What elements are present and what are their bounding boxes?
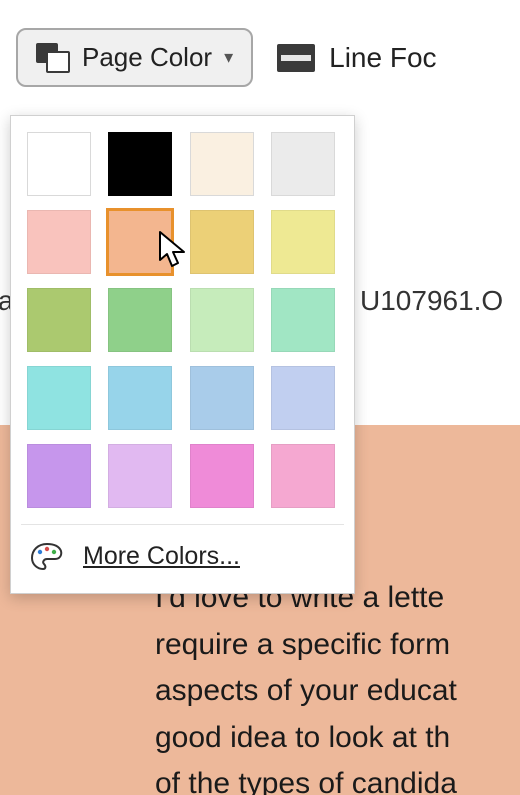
swatch-olive[interactable] [27,288,91,352]
swatch-green[interactable] [108,288,172,352]
toolbar: Page Color ▾ Line Foc [0,0,520,115]
swatch-cream[interactable] [190,132,254,196]
page-color-button[interactable]: Page Color ▾ [16,28,253,87]
swatch-light-gray[interactable] [271,132,335,196]
swatch-yellow[interactable] [271,210,335,274]
swatch-periwinkle[interactable] [271,366,335,430]
doc-line: good idea to look at th [155,715,520,762]
line-focus-icon [277,44,315,72]
swatch-aqua[interactable] [27,366,91,430]
bg-code-text: U107961.O [360,285,503,317]
swatch-rose[interactable] [271,444,335,508]
page-color-icon [36,43,70,73]
swatch-grid [21,128,344,524]
swatch-mint[interactable] [271,288,335,352]
swatch-gold[interactable] [190,210,254,274]
palette-icon [29,541,65,571]
swatch-pale-green[interactable] [190,288,254,352]
swatch-lavender[interactable] [108,444,172,508]
more-colors-label: More Colors... [83,542,240,571]
page-color-dropdown: More Colors... [10,115,355,594]
line-focus-label: Line Foc [329,42,436,74]
swatch-pink[interactable] [27,210,91,274]
swatch-black[interactable] [108,132,172,196]
doc-line: of the types of candida [155,761,520,795]
more-colors-item[interactable]: More Colors... [21,524,344,585]
page-color-label: Page Color [82,42,212,73]
swatch-sky[interactable] [108,366,172,430]
swatch-peach[interactable] [108,210,172,274]
doc-line: aspects of your educat [155,668,520,715]
swatch-purple[interactable] [27,444,91,508]
swatch-magenta[interactable] [190,444,254,508]
line-focus-button[interactable]: Line Foc [277,42,436,74]
swatch-light-blue[interactable] [190,366,254,430]
chevron-down-icon: ▾ [224,47,233,68]
doc-line: require a specific form [155,622,520,669]
swatch-white[interactable] [27,132,91,196]
